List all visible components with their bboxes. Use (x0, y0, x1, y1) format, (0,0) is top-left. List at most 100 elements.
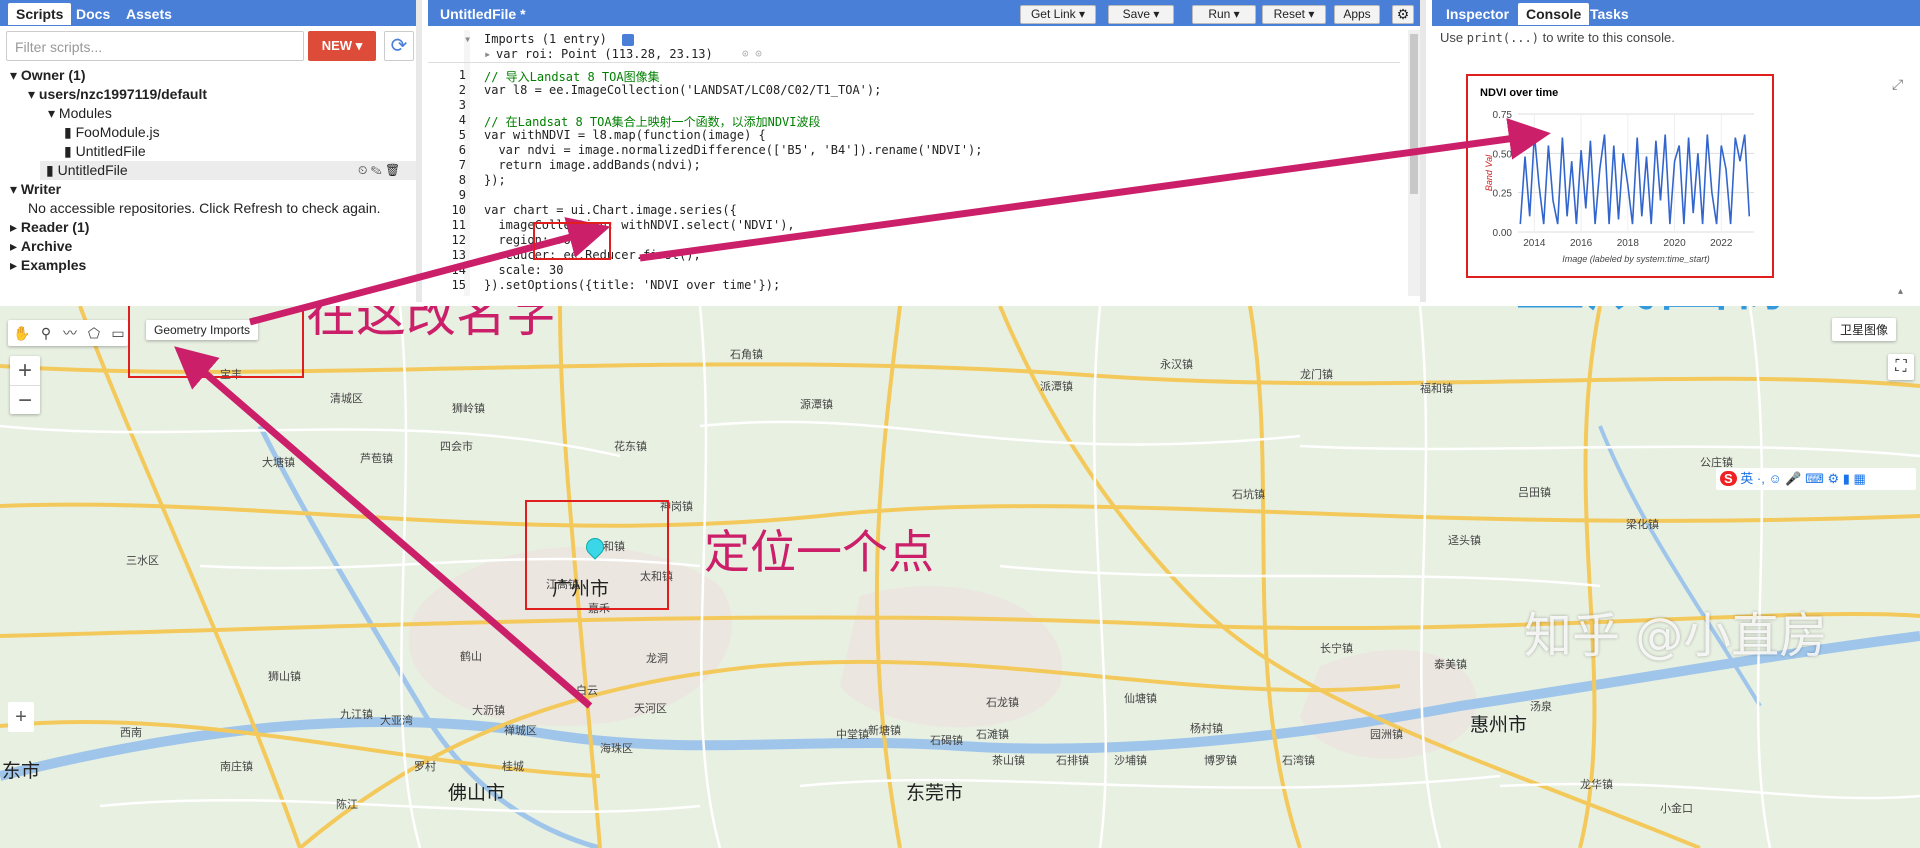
zoom-in-icon[interactable]: + (10, 356, 40, 385)
popout-icon[interactable]: ⤢ (1892, 76, 1903, 93)
y-tick-label: 0.00 (1493, 228, 1513, 239)
ndvi-chart[interactable]: NDVI over time 0.00 0.25 0.50 0.75 2014 2016 20… (1468, 76, 1768, 272)
marker-icon[interactable]: ⚲ (36, 323, 56, 343)
town-label: 龙华镇 (1580, 779, 1613, 791)
tab-console[interactable]: Console (1518, 3, 1590, 25)
town-label: 石滩镇 (976, 729, 1009, 741)
tree-archive[interactable]: ▸ Archive (10, 237, 72, 256)
tree-untitled-b[interactable]: ▮ UntitledFile (46, 161, 128, 180)
tree-foomodule[interactable]: ▮ FooModule.js (64, 123, 160, 142)
town-label: 仙塘镇 (1124, 693, 1157, 705)
tab-scripts[interactable]: Scripts (8, 3, 72, 25)
pan-hand-icon[interactable]: ✋ (12, 323, 32, 343)
town-label: 白云 (576, 685, 598, 697)
town-label: 大塘镇 (262, 457, 295, 469)
tree-owner[interactable]: ▾ Owner (1) (10, 66, 86, 85)
town-label: 石角镇 (730, 349, 763, 361)
town-label: 狮山镇 (268, 671, 301, 683)
tree-reader[interactable]: ▸ Reader (1) (10, 218, 89, 237)
x-tick-label: 2018 (1617, 238, 1640, 249)
editor-tabbar: UntitledFile * Get Link ▾ Save ▾ Run ▾ R… (428, 0, 1420, 26)
new-script-button[interactable]: NEW ▾ (308, 31, 376, 61)
polygon-icon[interactable]: ⬠ (84, 323, 104, 343)
town-label: 汤泉 (1530, 701, 1552, 713)
town-label: 四会市 (440, 441, 473, 453)
x-tick-label: 2022 (1710, 238, 1733, 249)
expand-icon: ▾ (10, 67, 21, 83)
zoom-out-icon[interactable]: − (10, 385, 40, 414)
tree-modules[interactable]: ▾ Modules (48, 104, 112, 123)
tree-untitled-a[interactable]: ▮ UntitledFile (64, 142, 146, 161)
x-tick-label: 2016 (1570, 238, 1593, 249)
scripts-panel: Scripts Docs Assets Filter scripts... NE… (0, 0, 422, 302)
run-button[interactable]: Run ▾ (1192, 5, 1256, 24)
collapsed-icon: ▸ (10, 219, 21, 235)
annotation-generate: 生成图像 (1514, 306, 1802, 325)
map-view[interactable]: 清城区 狮岭镇 花东镇 神岗镇 人和镇 江高镇 太和镇 嘉禾 龙洞 白云 天河区 海珠区 大沥镇 禅城区罗… (0, 306, 1920, 848)
town-label: 花东镇 (614, 441, 647, 453)
hint-post: to write to this console. (1538, 30, 1675, 45)
tab-inspector[interactable]: Inspector (1438, 3, 1517, 25)
tree-examples[interactable]: ▸ Examples (10, 256, 86, 275)
minor-road (1092, 306, 1108, 848)
town-label: 石排镇 (1056, 755, 1089, 767)
town-label: 罗村 (414, 761, 436, 773)
line-number: 3 (458, 98, 466, 112)
expand-icon: ▾ (10, 181, 21, 197)
active-line (470, 230, 1400, 245)
chart-title: NDVI over time (1480, 87, 1558, 99)
fullscreen-icon[interactable]: ⛶ (1888, 354, 1914, 380)
save-button[interactable]: Save ▾ (1108, 5, 1174, 24)
town-label: 龙洞 (646, 653, 668, 665)
examples-label: Examples (20, 257, 87, 273)
code-line: imageCollection: withNDVI.select('NDVI')… (484, 218, 795, 232)
collapsed-icon[interactable]: ▸ (484, 47, 491, 61)
caret-down-icon: ▾ (355, 38, 363, 53)
hint-code: print(...) (1466, 31, 1539, 45)
gear-icon[interactable]: ⚙ (1392, 5, 1414, 24)
code-line: var l8 = ee.ImageCollection('LANDSAT/LC0… (484, 83, 882, 97)
code-editor-panel: UntitledFile * Get Link ▾ Save ▾ Run ▾ R… (428, 0, 1426, 302)
code-line: return image.addBands(ndvi); (484, 158, 701, 172)
chevron-up-icon[interactable]: ▴ (1898, 286, 1914, 297)
code-line: }); (484, 173, 506, 187)
rectangle-icon[interactable]: ▭ (108, 323, 128, 343)
scroll-thumb[interactable] (1410, 34, 1418, 194)
tab-assets[interactable]: Assets (118, 3, 180, 25)
tree-user-path[interactable]: ▾ users/nzc1997119/default (28, 85, 207, 104)
row-actions[interactable]: ⏲ ✎ 🗑 (358, 161, 400, 180)
refresh-icon[interactable]: ⟳ (384, 31, 414, 61)
filter-scripts-input[interactable]: Filter scripts... (6, 31, 304, 61)
map-roads-layer (0, 306, 1920, 848)
line-number: 10 (451, 203, 466, 217)
town-label: 海珠区 (600, 743, 633, 755)
town-label: 石坑镇 (1232, 489, 1265, 501)
code-area[interactable]: ▾ Imports (1 entry) ▸ var roi: Point (11… (428, 30, 1412, 296)
expand-icon: ▾ (48, 105, 59, 121)
console-panel: Inspector Console Tasks Use print(...) t… (1432, 0, 1920, 302)
editor-scrollbar[interactable] (1408, 30, 1420, 296)
reset-button[interactable]: Reset ▾ (1262, 5, 1326, 24)
fold-icon[interactable]: ▾ (464, 32, 471, 46)
apps-button[interactable]: Apps (1334, 5, 1380, 24)
roi-line: var roi: Point (113.28, 23.13) (496, 47, 713, 61)
line-number: 7 (458, 158, 466, 172)
line-number: 2 (458, 83, 466, 97)
town-label: 源潭镇 (800, 399, 833, 411)
roi-actions[interactable]: ⊙ ⊙ (742, 47, 762, 60)
get-link-button[interactable]: Get Link ▾ (1020, 5, 1096, 24)
ime-toolbar[interactable]: S 英 ·, ☺ 🎤 ⌨ ⚙ ▮ ▦ (1716, 468, 1916, 490)
tab-tasks[interactable]: Tasks (1582, 3, 1637, 25)
reader-label: Reader (1) (20, 219, 90, 235)
line-icon[interactable]: 〰 (60, 323, 80, 343)
console-hint: Use print(...) to write to this console. (1440, 30, 1675, 45)
town-label: 狮岭镇 (452, 403, 485, 415)
doc-icon[interactable] (622, 34, 634, 46)
satellite-button[interactable]: 卫星图像 (1832, 318, 1897, 341)
tab-docs[interactable]: Docs (68, 3, 118, 25)
tree-writer[interactable]: ▾ Writer (10, 180, 61, 199)
line-number: 1 (458, 68, 466, 82)
zoom-in-side-icon[interactable]: + (8, 702, 34, 732)
y-axis-label: Band Val (1484, 154, 1494, 191)
town-label: 小金口 (1660, 803, 1693, 815)
